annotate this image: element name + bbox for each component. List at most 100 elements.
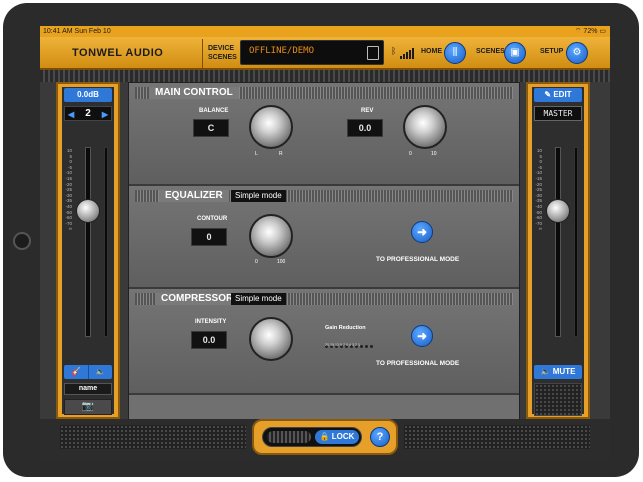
lock-button[interactable]: 🔒 LOCK [315, 430, 359, 444]
compressor-header: COMPRESSOR Simple mode [135, 293, 513, 305]
channel-number: 2 [85, 108, 91, 119]
edit-button[interactable]: ✎ EDIT [534, 88, 582, 102]
gain-reduction-label: Gain Reduction [325, 325, 366, 331]
left-channel-panel: 0.0dB ◀ 2 ▶ 10 5 0 -5 -10 -15 -20 -25 -30 -35 -40-… [62, 87, 114, 415]
rack-area: 0.0dB ◀ 2 ▶ 10 5 0 -5 -10 -15 -20 -25 -30 -35 -40-… [40, 70, 610, 461]
camera-icon[interactable]: 📷 [64, 399, 112, 415]
app-screen: 10:41 AM Sun Feb 10 ⌔ 72% ▭ TONWEL AUDIO… [40, 26, 610, 461]
compressor-section: COMPRESSOR Simple mode INTENSITY 0.0 Gai… [129, 289, 519, 395]
scenes-nav-label: SCENES [476, 48, 505, 55]
floppy-icon: ▣ [510, 47, 520, 58]
tablet-home-button[interactable] [13, 232, 31, 250]
tablet-frame: 10:41 AM Sun Feb 10 ⌔ 72% ▭ TONWEL AUDIO… [3, 3, 639, 477]
status-time: 10:41 AM Sun Feb 10 [43, 28, 111, 35]
balance-max: R [279, 151, 283, 157]
gain-reduction-scale: 20 15 12 9 7 5 4 3 2 1 [325, 343, 360, 347]
lock-switch[interactable]: 🔒 LOCK [262, 427, 362, 447]
guitar-icon[interactable]: 🎸 [64, 365, 88, 379]
rack-vent [40, 70, 610, 82]
home-label: HOME [421, 48, 442, 55]
left-channel-strip: 0.0dB ◀ 2 ▶ 10 5 0 -5 -10 -15 -20 -25 -30 -35 -40-… [56, 82, 120, 419]
balance-display: C [193, 119, 229, 137]
contour-display: 0 [191, 228, 227, 246]
scenes-button[interactable]: ▣ [504, 42, 526, 64]
prev-channel-icon[interactable]: ◀ [68, 108, 74, 121]
left-fader-track[interactable] [85, 147, 91, 337]
gear-icon: ⚙ [572, 47, 582, 58]
intensity-label: INTENSITY [195, 319, 227, 325]
rev-label: REV [361, 108, 374, 114]
next-channel-icon[interactable]: ▶ [102, 108, 108, 121]
device-label: DEVICE [208, 45, 235, 52]
save-scene-icon[interactable] [367, 46, 379, 60]
eq-professional-mode-label: TO PROFESSIONAL MODE [376, 256, 460, 263]
bottom-grille-right [404, 425, 590, 449]
mute-label: MUTE [552, 367, 576, 376]
master-fader-knob[interactable] [546, 199, 570, 223]
balance-knob[interactable] [249, 105, 293, 149]
lock-label: LOCK [331, 432, 355, 441]
app-header: TONWEL AUDIO DEVICE SCENES OFFLINE/DEMO … [40, 37, 610, 70]
speaker-grille [534, 383, 582, 416]
header-divider [202, 39, 203, 68]
main-control-title: MAIN CONTROL [149, 87, 239, 99]
mute-button[interactable]: 🔈 MUTE [534, 365, 582, 379]
channel-name[interactable]: name [64, 383, 112, 395]
effects-panels: MAIN CONTROL BALANCE C L R REV 0.0 0 10 [128, 82, 520, 421]
setup-button[interactable]: ⚙ [566, 42, 588, 64]
contour-max: 100 [277, 259, 286, 265]
contour-min: 0 [255, 259, 258, 265]
channel-gain-readout[interactable]: 0.0dB [64, 88, 112, 102]
help-button[interactable]: ? [370, 427, 390, 447]
channel-selector[interactable]: ◀ 2 ▶ [64, 106, 112, 121]
setup-label: SETUP [540, 48, 564, 55]
status-bar: 10:41 AM Sun Feb 10 ⌔ 72% ▭ [40, 26, 610, 37]
main-control-section: MAIN CONTROL BALANCE C L R REV 0.0 0 10 [129, 83, 519, 186]
master-fader-track[interactable] [555, 147, 561, 337]
help-icon: ? [376, 431, 384, 443]
scene-display-text: OFFLINE/DEMO [249, 46, 315, 56]
equalizer-section: EQUALIZER Simple mode CONTOUR 0 0 100 ➜ … [129, 186, 519, 289]
battery-indicator: ⌔ 72% ▭ [574, 28, 606, 35]
left-fader-knob[interactable] [76, 199, 100, 223]
master-meter [574, 147, 578, 337]
contour-knob[interactable] [249, 214, 293, 258]
intensity-knob[interactable] [249, 317, 293, 361]
input-type-buttons: 🎸 🔈 [64, 365, 112, 379]
master-label: MASTER [534, 106, 582, 121]
speaker-icon[interactable]: 🔈 [88, 365, 112, 379]
rev-display: 0.0 [347, 119, 383, 137]
rev-min: 0 [409, 151, 412, 157]
edit-label: EDIT [553, 90, 572, 99]
arrow-right-icon: ➜ [416, 225, 428, 239]
contour-label: CONTOUR [197, 216, 228, 222]
master-fader-scale: 10 5 0 -5 -10 -15 -20 -25 -30 -35 -40 -50 -60 -70 ∞ [535, 148, 542, 232]
master-channel-panel: ✎ EDIT MASTER 10 5 0 -5 -10 -15 -20 -25 -30 -35 -4… [532, 87, 584, 416]
compressor-mode[interactable]: Simple mode [231, 293, 286, 305]
comp-professional-mode-label: TO PROFESSIONAL MODE [376, 360, 460, 367]
compressor-title: COMPRESSOR [155, 293, 240, 305]
lock-slider-grip[interactable] [267, 431, 311, 443]
mixer-icon: ⫼ [452, 47, 458, 58]
left-fader-scale: 10 5 0 -5 -10 -15 -20 -25 -30 -35 -40 -50 -60 -70 ∞ [65, 148, 72, 232]
bottom-bar: 🔒 LOCK ? [40, 419, 610, 461]
intensity-display: 0.0 [191, 331, 227, 349]
device-scenes-label: DEVICE SCENES [208, 44, 237, 62]
eq-professional-mode-button[interactable]: ➜ [411, 221, 433, 243]
main-control-header: MAIN CONTROL [135, 87, 513, 99]
scene-display[interactable]: OFFLINE/DEMO [240, 40, 384, 65]
equalizer-header: EQUALIZER Simple mode [135, 190, 513, 202]
signal-strength-icon [400, 48, 414, 59]
comp-professional-mode-button[interactable]: ➜ [411, 325, 433, 347]
equalizer-title: EQUALIZER [159, 190, 229, 202]
bottom-grille-left [60, 425, 246, 449]
gain-reduction-meter [325, 335, 375, 348]
rev-max: 10 [431, 151, 437, 157]
left-meter [104, 147, 108, 337]
home-button[interactable]: ⫼ [444, 42, 466, 64]
rev-knob[interactable] [403, 105, 447, 149]
battery-level: 72% [583, 28, 598, 35]
bluetooth-icon: ᛒ [391, 46, 397, 56]
equalizer-mode[interactable]: Simple mode [231, 190, 286, 202]
balance-min: L [255, 151, 258, 157]
